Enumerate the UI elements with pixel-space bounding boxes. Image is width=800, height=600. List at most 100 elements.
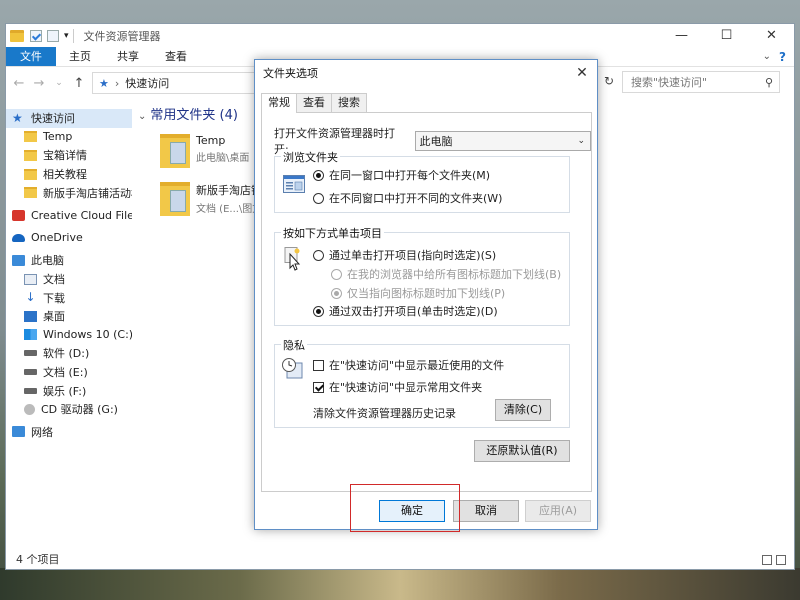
recent-locations-icon[interactable]: ⌄ [52, 78, 66, 88]
baidu-watermark: Baidu经验 jingyan.baidu.com [612, 512, 762, 564]
show-frequent-folders-option[interactable]: 在"快速访问"中显示常用文件夹 [313, 379, 482, 395]
tab-search[interactable]: 搜索 [331, 93, 367, 112]
dialog-titlebar: 文件夹选项 ✕ [255, 60, 597, 86]
window-controls: — ☐ ✕ [659, 24, 794, 47]
single-click-option[interactable]: 通过单击打开项目(指向时选定)(S) [313, 247, 496, 263]
folder-name: 新版手淘店铺 [196, 184, 262, 197]
restore-defaults-button[interactable]: 还原默认值(R) [474, 440, 570, 462]
folder-tile[interactable]: Temp 此电脑\桌面 [134, 134, 264, 168]
browse-folders-label: 浏览文件夹 [281, 149, 340, 165]
show-recent-files-checkbox[interactable] [313, 359, 324, 371]
sidebar-item-label: 软件 (D:) [43, 347, 90, 361]
folder-path: 此电脑\桌面 [196, 153, 250, 164]
browse-same-window-option[interactable]: 在同一窗口中打开每个文件夹(M) [313, 167, 490, 183]
apply-button: 应用(A) [525, 500, 591, 522]
tab-view[interactable]: 查看 [152, 47, 200, 66]
watermark-url: jingyan.baidu.com [620, 551, 739, 564]
general-tab-panel: 打开文件资源管理器时打开: 此电脑 ⌄ 浏览文件夹 在同一窗口中打开每个文件夹(… [261, 112, 592, 492]
back-arrow-icon[interactable]: ← [12, 76, 26, 91]
show-recent-files-option[interactable]: 在"快速访问"中显示最近使用的文件 [313, 357, 504, 373]
refresh-icon[interactable]: ↻ [604, 74, 614, 88]
tab-share[interactable]: 共享 [104, 47, 152, 66]
underline-hover-label: 仅当指向图标标题时加下划线(P) [347, 287, 506, 300]
click-items-label: 按如下方式单击项目 [281, 225, 384, 241]
help-icon[interactable]: ? [779, 50, 786, 64]
sidebar-item-downloads[interactable]: ↓ 下载 [6, 288, 132, 307]
sidebar-item-label: Creative Cloud Files [31, 208, 132, 222]
properties-quick-icon[interactable] [30, 29, 42, 42]
sidebar-item-tutorials[interactable]: 相关教程 [6, 165, 132, 184]
file-list: ⌄ 常用文件夹 (4) Temp 此电脑\桌面 新版手淘店铺 文档 (E...\图… [134, 105, 264, 550]
browse-same-window-label: 在同一窗口中打开每个文件夹(M) [329, 169, 491, 182]
folder-tile[interactable]: 新版手淘店铺 文档 (E...\图文 [134, 182, 264, 216]
sidebar-item-network[interactable]: 网络 [6, 423, 132, 442]
sidebar-item-drive-f[interactable]: 娱乐 (F:) [6, 381, 132, 400]
show-frequent-folders-checkbox[interactable] [313, 381, 324, 393]
folder-icon [10, 29, 24, 42]
search-icon[interactable]: ⚲ [765, 76, 773, 89]
single-click-label: 通过单击打开项目(指向时选定)(S) [329, 249, 497, 262]
sidebar-item-label: Temp [43, 130, 73, 144]
sidebar-item-temp[interactable]: Temp [6, 128, 132, 147]
sidebar-item-shop-activity[interactable]: 新版手淘店铺活动横 [6, 183, 132, 202]
minimize-icon[interactable]: — [659, 24, 704, 47]
forward-arrow-icon[interactable]: → [32, 76, 46, 91]
tab-file[interactable]: 文件 [6, 47, 56, 66]
maximize-icon[interactable]: ☐ [704, 24, 749, 47]
search-input[interactable]: 搜索"快速访问" ⚲ [622, 71, 780, 93]
sidebar-item-label: 桌面 [43, 310, 65, 324]
details-view-icon[interactable] [762, 555, 772, 565]
breadcrumb-separator-icon: › [114, 76, 120, 90]
sidebar-item-drive-c[interactable]: Windows 10 (C:) [6, 326, 132, 345]
tab-home[interactable]: 主页 [56, 47, 104, 66]
browse-window-icon [283, 175, 305, 193]
close-icon[interactable]: ✕ [749, 24, 794, 47]
tab-view[interactable]: 查看 [296, 93, 332, 112]
folder-options-dialog: 文件夹选项 ✕ 常规 查看 搜索 打开文件资源管理器时打开: 此电脑 ⌄ 浏览文… [254, 59, 598, 530]
folder-path: 文档 (E...\图文 [196, 204, 263, 215]
clear-history-button[interactable]: 清除(C) [495, 399, 551, 421]
windows-drive-icon [24, 329, 37, 341]
sidebar-item-this-pc[interactable]: 此电脑 [6, 251, 132, 270]
drive-icon [24, 350, 37, 357]
double-click-radio[interactable] [313, 305, 324, 317]
sidebar-item-drive-e[interactable]: 文档 (E:) [6, 363, 132, 382]
sidebar-item-creative-cloud[interactable]: Creative Cloud Files [6, 206, 132, 225]
sidebar-item-label: 网络 [31, 425, 53, 439]
sidebar-item-label: 快速访问 [31, 112, 75, 126]
sidebar-item-drive-d[interactable]: 软件 (D:) [6, 344, 132, 363]
underline-hover-option: 仅当指向图标标题时加下划线(P) [331, 285, 505, 301]
open-explorer-value: 此电脑 [419, 135, 453, 148]
new-folder-quick-icon[interactable] [47, 29, 59, 42]
open-explorer-select[interactable]: 此电脑 ⌄ [414, 131, 591, 151]
large-icons-view-icon[interactable] [776, 555, 786, 565]
sidebar-item-onedrive[interactable]: OneDrive [6, 229, 132, 248]
browse-new-window-option[interactable]: 在不同窗口中打开不同的文件夹(W) [313, 190, 502, 206]
browse-new-window-radio[interactable] [313, 192, 324, 204]
up-arrow-icon[interactable]: ↑ [72, 76, 86, 91]
group-header[interactable]: ⌄ 常用文件夹 (4) [138, 105, 264, 128]
sidebar-item-treasure[interactable]: 宝箱详情 [6, 146, 132, 165]
sidebar-item-label: Windows 10 (C:) [43, 328, 132, 342]
cancel-button[interactable]: 取消 [453, 500, 519, 522]
single-click-radio[interactable] [313, 249, 324, 261]
sidebar-item-documents[interactable]: 文档 [6, 270, 132, 289]
sidebar-item-label: OneDrive [31, 231, 83, 245]
sidebar-item-desktop[interactable]: 桌面 [6, 307, 132, 326]
search-placeholder: 搜索"快速访问" [631, 76, 708, 89]
expand-ribbon-icon[interactable]: ⌄ [763, 51, 771, 62]
show-frequent-folders-label: 在"快速访问"中显示常用文件夹 [329, 381, 483, 394]
sidebar-item-label: 此电脑 [31, 254, 64, 268]
clear-history-label: 清除文件资源管理器历史记录 [313, 407, 456, 420]
window-title: 文件资源管理器 [83, 29, 161, 43]
tab-general[interactable]: 常规 [261, 93, 297, 113]
underline-all-radio [331, 268, 342, 280]
breadcrumb-quick-access[interactable]: 快速访问 [125, 75, 169, 91]
quick-access-dropdown-icon[interactable]: ▾ [64, 31, 69, 41]
close-icon[interactable]: ✕ [567, 65, 597, 81]
sidebar-item-quick-access[interactable]: ★ 快速访问 [6, 109, 132, 128]
browse-same-window-radio[interactable] [313, 169, 324, 181]
sidebar-item-drive-g[interactable]: CD 驱动器 (G:) [6, 400, 132, 419]
double-click-option[interactable]: 通过双击打开项目(单击时选定)(D) [313, 303, 498, 319]
show-recent-files-label: 在"快速访问"中显示最近使用的文件 [329, 359, 505, 372]
